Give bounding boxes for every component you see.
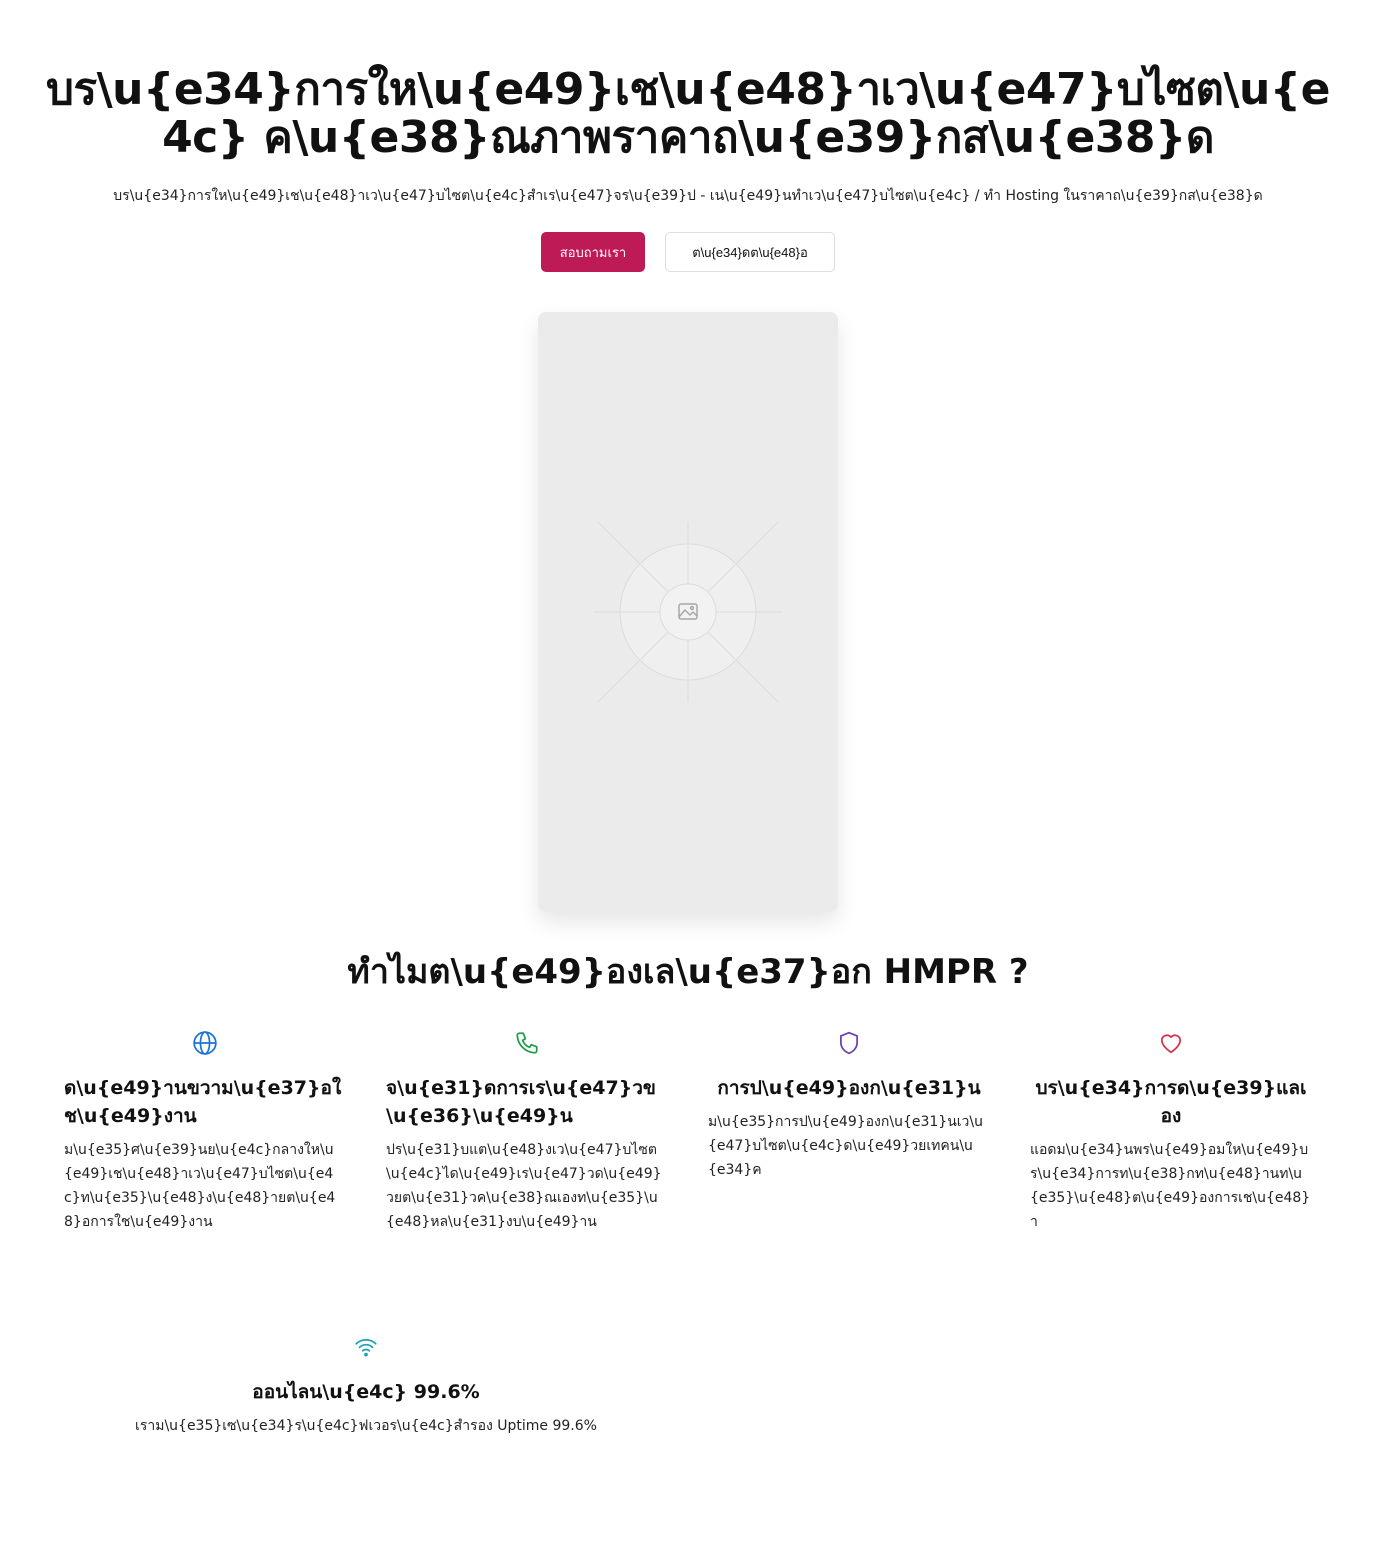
feature-text: เราม\u{e35}เซ\u{e34}ร\u{e4c}ฟเวอร\u{e4c}…	[135, 1418, 597, 1434]
image-placeholder-graphic	[593, 521, 783, 703]
feature-text: แอดม\u{e34}นพร\u{e49}อมให\u{e49}บร\u{e34…	[1030, 1142, 1311, 1230]
feature-card: จ\u{e31}ดการเร\u{e47}วข\u{e36}\u{e49}น ป…	[386, 1030, 668, 1234]
feature-title: บร\u{e34}การด\u{e39}แลเอง	[1035, 1077, 1307, 1127]
hero-title: บร\u{e34}การให\u{e49}เช\u{e48}าเว\u{e47}…	[46, 64, 1330, 163]
why-choose-title: ทำไมต\u{e49}องเล\u{e37}อก HMPR ?	[347, 952, 1029, 992]
feature-text: ม\u{e35}ศ\u{e39}นย\u{e4c}กลางให\u{e49}เช…	[64, 1142, 336, 1230]
feature-card: ด\u{e49}านขวาม\u{e37}อใช\u{e49}งาน ม\u{e…	[64, 1030, 346, 1234]
heart-icon	[1160, 1034, 1182, 1054]
image-placeholder	[538, 312, 838, 912]
feature-title: ด\u{e49}านขวาม\u{e37}อใช\u{e49}งาน	[64, 1077, 342, 1127]
feature-title: การป\u{e49}องก\u{e31}น	[717, 1077, 981, 1099]
hero-subtitle: บร\u{e34}การให\u{e49}เช\u{e48}าเว\u{e47}…	[113, 188, 1263, 204]
wifi-icon	[355, 1339, 377, 1357]
shield-icon	[840, 1031, 858, 1055]
landing-page: บร\u{e34}การให\u{e49}เช\u{e48}าเว\u{e47}…	[0, 0, 1376, 1548]
hero-actions: สอบถามเรา ต\u{e34}ดต\u{e48}อ	[0, 232, 1376, 272]
feature-title: ออนไลน\u{e4c} 99.6%	[252, 1381, 480, 1403]
globe-icon	[193, 1031, 217, 1055]
feature-title: จ\u{e31}ดการเร\u{e47}วข\u{e36}\u{e49}น	[386, 1077, 656, 1127]
feature-card: บร\u{e34}การด\u{e39}แลเอง แอดม\u{e34}นพร…	[1030, 1030, 1312, 1234]
feature-card: ออนไลน\u{e4c} 99.6% เราม\u{e35}เซ\u{e34}…	[86, 1334, 646, 1438]
feature-text: ปร\u{e31}บแต\u{e48}งเว\u{e47}บไซต\u{e4c}…	[386, 1142, 662, 1230]
contact-us-button[interactable]: สอบถามเรา	[541, 232, 645, 272]
feature-card: การป\u{e49}องก\u{e31}น ม\u{e35}การป\u{e4…	[708, 1030, 990, 1182]
phone-icon	[516, 1032, 538, 1054]
feature-text: ม\u{e35}การป\u{e49}องก\u{e31}นเว\u{e47}บ…	[708, 1114, 983, 1178]
get-in-touch-button[interactable]: ต\u{e34}ดต\u{e48}อ	[665, 232, 835, 272]
